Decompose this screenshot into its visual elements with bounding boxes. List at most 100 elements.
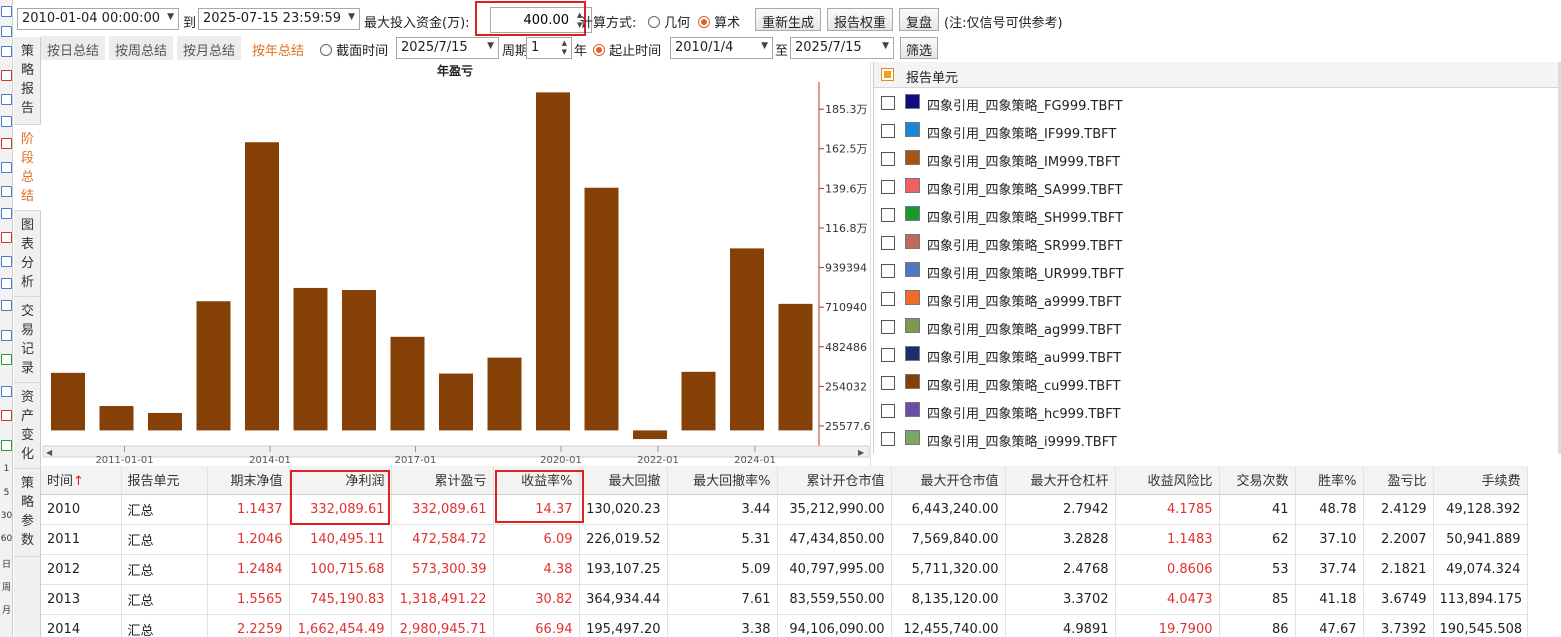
tab-monthly-summary[interactable]: 按月总结 — [177, 36, 242, 60]
geometric-radio[interactable]: 几何 — [648, 12, 690, 31]
start-datetime-select[interactable]: 2010-01-04 00:00:00 ▼ — [17, 8, 179, 30]
column-header[interactable]: 净利润 — [289, 466, 392, 495]
bar-2020[interactable] — [536, 92, 570, 431]
tab-stage-summary[interactable]: 阶段总结 — [14, 125, 41, 211]
table-icon[interactable] — [1, 94, 12, 105]
arrow-down-icon[interactable] — [1, 46, 12, 57]
tab-yearly-summary[interactable]: 按年总结 — [246, 36, 311, 60]
refresh-icon[interactable] — [1, 300, 12, 311]
bars-icon[interactable] — [1, 354, 12, 365]
range-start-select[interactable]: 2010/1/4 ▼ — [670, 37, 773, 59]
export-icon[interactable] — [1, 386, 12, 397]
report-icon[interactable] — [1, 70, 12, 81]
list-icon[interactable] — [1, 162, 12, 173]
candlestick-icon[interactable] — [1, 138, 12, 149]
arrow-up-icon[interactable] — [1, 26, 12, 37]
report-unit-checkbox[interactable] — [881, 320, 895, 334]
column-header[interactable]: 胜率% — [1295, 466, 1364, 495]
range-end-select[interactable]: 2025/7/15 ▼ — [790, 37, 894, 59]
bar-2013[interactable] — [196, 301, 231, 431]
period-60[interactable]: 60 — [0, 534, 12, 544]
report-unit-item[interactable]: 四象引用_四象策略_i9999.TBFT — [874, 425, 1561, 453]
period-5[interactable]: 5 — [0, 488, 12, 498]
report-unit-checkbox[interactable] — [881, 236, 895, 250]
report-unit-item[interactable]: 四象引用_四象策略_cu999.TBFT — [874, 369, 1561, 397]
column-header[interactable]: 最大开仓市值 — [891, 466, 1006, 495]
report-unit-checkbox[interactable] — [881, 376, 895, 390]
line-chart-icon[interactable] — [1, 116, 12, 127]
tab-strategy-params[interactable]: 策略参数 — [14, 469, 41, 557]
table-row[interactable]: 2012 汇总 1.2484 100,715.68 573,300.39 4.38 193,… — [41, 554, 1528, 585]
column-header[interactable]: 时间↑ — [41, 466, 122, 495]
column-header[interactable]: 最大回撤率% — [667, 466, 778, 495]
report-unit-checkbox[interactable] — [881, 292, 895, 306]
report-unit-item[interactable]: 四象引用_四象策略_SR999.TBFT — [874, 229, 1561, 257]
column-header[interactable]: 累计开仓市值 — [777, 466, 892, 495]
column-header[interactable]: 报告单元 — [121, 466, 208, 495]
bar-2025[interactable] — [778, 303, 813, 431]
period-month[interactable]: 月 — [0, 603, 12, 616]
bar-2014[interactable] — [245, 142, 279, 431]
range-radio[interactable]: 起止时间 — [593, 40, 661, 59]
scroll-left-icon[interactable]: ◀ — [46, 448, 53, 457]
filter-button[interactable]: 筛选 — [900, 37, 939, 59]
bar-2011[interactable] — [99, 406, 134, 431]
bar-2016[interactable] — [342, 290, 376, 431]
table-row[interactable]: 2013 汇总 1.5565 745,190.83 1,318,491.22 30.82 3… — [41, 584, 1528, 615]
report-unit-item[interactable]: 四象引用_四象策略_hc999.TBFT — [874, 397, 1561, 425]
pencil-icon[interactable] — [1, 410, 12, 421]
report-unit-checkbox[interactable] — [881, 152, 895, 166]
bar-2017[interactable] — [390, 336, 425, 431]
bar-2021[interactable] — [584, 187, 619, 431]
report-unit-item[interactable]: 四象引用_四象策略_ag999.TBFT — [874, 313, 1561, 341]
report-unit-item[interactable]: 四象引用_四象策略_IF999.TBFT — [874, 117, 1561, 145]
bar-2012[interactable] — [148, 412, 182, 431]
table-row[interactable]: 2011 汇总 1.2046 140,495.11 472,584.72 6.09 226,… — [41, 524, 1528, 555]
report-unit-item[interactable]: 四象引用_四象策略_IM999.TBFT — [874, 145, 1561, 173]
column-header[interactable]: 最大回撤 — [579, 466, 668, 495]
tab-weekly-summary[interactable]: 按周总结 — [109, 36, 174, 60]
bar-2018[interactable] — [439, 373, 473, 431]
number-icon[interactable] — [1, 256, 12, 267]
regenerate-button[interactable]: 重新生成 — [755, 8, 822, 31]
tab-chart-analysis[interactable]: 图表分析 — [14, 211, 41, 297]
chart-tool-icon[interactable] — [1, 6, 12, 17]
arithmetic-radio[interactable]: 算术 — [698, 12, 740, 31]
period-30[interactable]: 30 — [0, 511, 12, 521]
scroll-right-icon[interactable]: ▶ — [858, 448, 865, 457]
column-header[interactable]: 期末净值 — [207, 466, 290, 495]
report-unit-item[interactable]: 四象引用_四象策略_a9999.TBFT — [874, 285, 1561, 313]
report-unit-checkbox[interactable] — [881, 180, 895, 194]
report-unit-checkbox[interactable] — [881, 432, 895, 446]
tab-trade-records[interactable]: 交易记录 — [14, 297, 41, 383]
period-week[interactable]: 周 — [0, 580, 12, 593]
report-unit-checkbox[interactable] — [881, 264, 895, 278]
period-spinner[interactable]: 1 ▲ ▼ — [526, 37, 572, 59]
report-unit-checkbox[interactable] — [881, 96, 895, 110]
fx-icon[interactable] — [1, 186, 12, 197]
period-day[interactable]: 日 — [0, 557, 12, 570]
grid-icon[interactable] — [1, 208, 12, 219]
tab-daily-summary[interactable]: 按日总结 — [41, 36, 106, 60]
replay-button[interactable]: 复盘 — [899, 8, 940, 31]
table-row[interactable]: 2010 汇总 1.1437 332,089.61 332,089.61 14.37 130… — [41, 494, 1528, 525]
bar-2015[interactable] — [293, 287, 328, 431]
column-header[interactable]: 手续费 — [1433, 466, 1528, 495]
image-icon[interactable] — [1, 440, 12, 451]
sort-ascending-icon[interactable]: ↑ — [73, 474, 84, 489]
column-header[interactable]: 盈亏比 — [1363, 466, 1434, 495]
table-row[interactable]: 2014 汇总 2.2259 1,662,454.49 2,980,945.71 66.9… — [41, 614, 1528, 637]
report-unit-item[interactable]: 四象引用_四象策略_SA999.TBFT — [874, 173, 1561, 201]
report-unit-checkbox[interactable] — [881, 208, 895, 222]
report-unit-item[interactable]: 四象引用_四象策略_au999.TBFT — [874, 341, 1561, 369]
tab-asset-changes[interactable]: 资产变化 — [14, 383, 41, 469]
bar-2019[interactable] — [487, 357, 522, 431]
report-unit-item[interactable]: 四象引用_四象策略_UR999.TBFT — [874, 257, 1561, 285]
column-header[interactable]: 收益率% — [493, 466, 580, 495]
bar-2024[interactable] — [730, 248, 764, 431]
report-unit-checkbox[interactable] — [881, 124, 895, 138]
end-datetime-select[interactable]: 2025-07-15 23:59:59 ▼ — [198, 8, 360, 30]
calendar-icon[interactable] — [1, 232, 12, 243]
cutoff-radio[interactable]: 截面时间 — [320, 40, 388, 59]
report-weight-button[interactable]: 报告权重 — [827, 8, 894, 31]
